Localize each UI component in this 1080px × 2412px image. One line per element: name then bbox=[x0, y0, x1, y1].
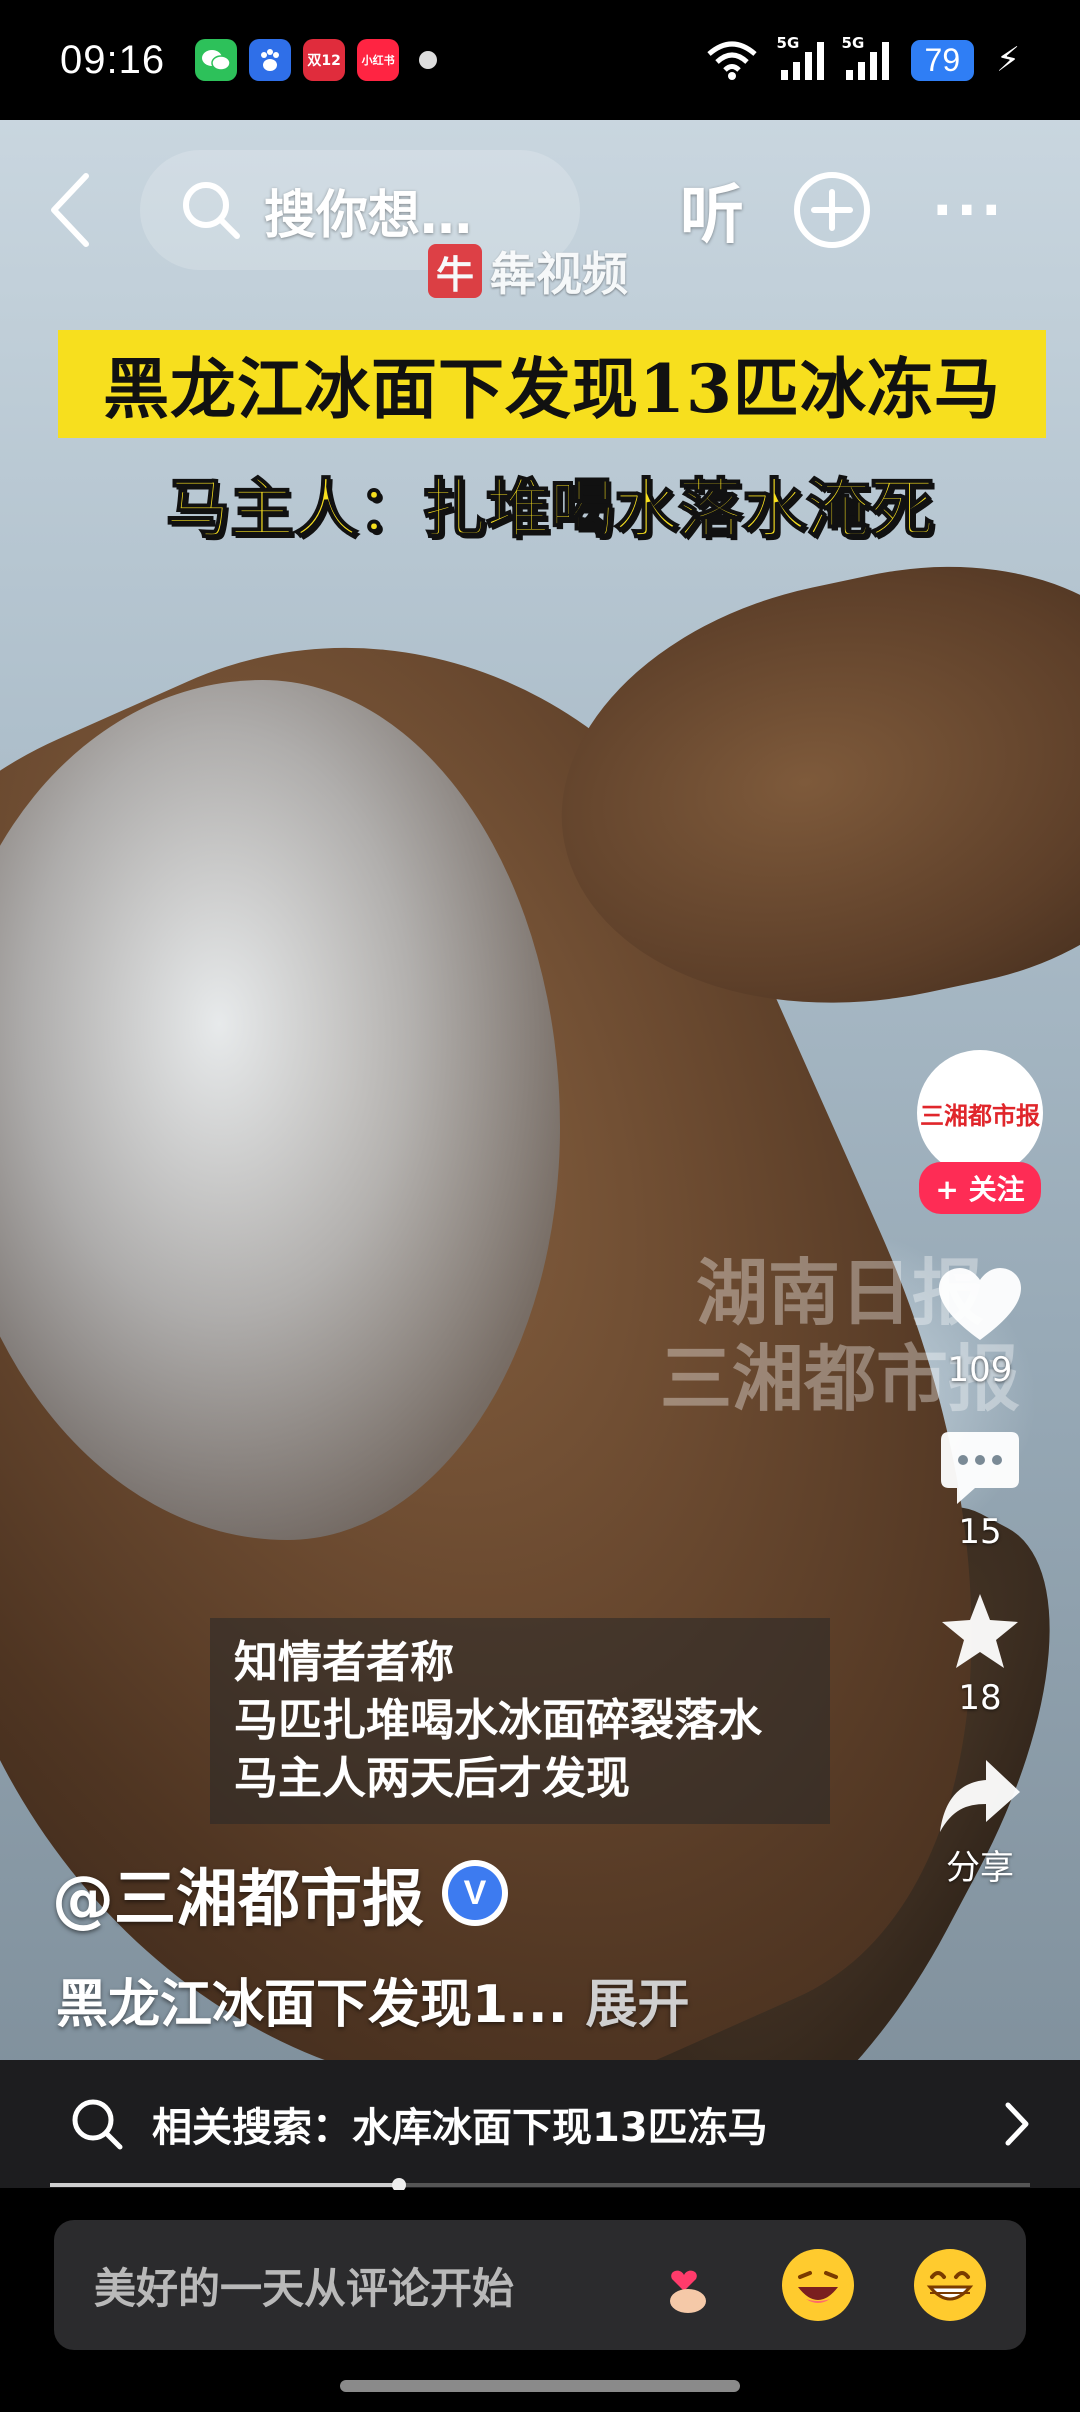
video-source-watermark: 牛 犇视频 bbox=[428, 238, 628, 304]
video-subheadline: 马主人：扎堆喝水落水淹死 bbox=[165, 471, 935, 548]
verified-badge-icon: V bbox=[442, 1860, 509, 1926]
charging-bolt-icon: ⚡ bbox=[996, 40, 1020, 80]
search-icon bbox=[72, 2099, 123, 2150]
add-button[interactable] bbox=[792, 170, 872, 250]
search-icon bbox=[183, 182, 240, 239]
search-placeholder: 搜你想… bbox=[264, 185, 473, 246]
comment-placeholder: 美好的一天从评论开始 bbox=[94, 2263, 515, 2313]
like-button[interactable]: 109 bbox=[937, 1266, 1023, 1390]
wifi-icon bbox=[706, 41, 757, 80]
listen-button[interactable]: 听 bbox=[680, 164, 744, 256]
finger-heart-emoji-icon[interactable] bbox=[650, 2249, 722, 2321]
video-caption: 知情者者称 马匹扎堆喝水冰面碎裂落水 马主人两天后才发现 bbox=[210, 1618, 830, 1824]
video-description[interactable]: 黑龙江冰面下发现1... 展开 bbox=[56, 1962, 689, 2037]
status-notification-icons: 双12 小红书 bbox=[195, 39, 438, 81]
comment-icon bbox=[941, 1432, 1019, 1504]
plus-circle-icon bbox=[794, 172, 870, 248]
source-logo-icon: 牛 bbox=[428, 244, 482, 298]
chevron-left-icon bbox=[51, 173, 89, 247]
video-progress-bar[interactable] bbox=[50, 2178, 1030, 2192]
avatar[interactable]: 三湘都市报 bbox=[917, 1050, 1043, 1176]
progress-fill bbox=[50, 2183, 399, 2187]
follow-button[interactable]: + 关注 bbox=[919, 1162, 1041, 1214]
back-button[interactable] bbox=[30, 170, 110, 250]
favorite-button[interactable]: 18 bbox=[938, 1592, 1022, 1718]
grinning-emoji-icon[interactable] bbox=[914, 2249, 986, 2321]
chevron-right-icon bbox=[1005, 2102, 1029, 2146]
comment-input[interactable]: 美好的一天从评论开始 bbox=[54, 2220, 1026, 2350]
heart-icon bbox=[939, 1268, 1021, 1340]
expand-button[interactable]: 展开 bbox=[585, 1975, 689, 2035]
more-button[interactable]: ··· bbox=[932, 179, 1006, 242]
favorite-count: 18 bbox=[958, 1678, 1002, 1718]
wechat-icon bbox=[195, 39, 238, 81]
share-button[interactable]: 分享 bbox=[938, 1758, 1022, 1889]
author-info[interactable]: @三湘都市报 V bbox=[52, 1848, 509, 1938]
gift-app-icon: 双12 bbox=[303, 39, 346, 81]
video-headline: 黑龙江冰面下发现13匹冰冻马 bbox=[58, 330, 1046, 438]
comment-count: 15 bbox=[958, 1512, 1002, 1552]
home-indicator[interactable] bbox=[340, 2380, 740, 2392]
laughing-emoji-icon[interactable] bbox=[782, 2249, 854, 2321]
baidu-icon bbox=[249, 39, 292, 81]
related-search-bar[interactable]: 相关搜索：水库冰面下现13匹冻马 bbox=[0, 2060, 1080, 2188]
comment-button[interactable]: 15 bbox=[939, 1430, 1021, 1552]
bottom-bar: 美好的一天从评论开始 bbox=[0, 2190, 1080, 2412]
author-name[interactable]: @三湘都市报 bbox=[52, 1848, 424, 1938]
share-label: 分享 bbox=[946, 1848, 1014, 1888]
xiaohongshu-icon: 小红书 bbox=[357, 39, 400, 81]
notification-dot-icon bbox=[419, 51, 438, 69]
status-time: 09:16 bbox=[60, 37, 166, 82]
action-column: 三湘都市报 + 关注 109 15 18 分享 bbox=[910, 1050, 1050, 1889]
share-arrow-icon bbox=[940, 1760, 1020, 1832]
signal-icon: 5G bbox=[777, 34, 824, 80]
related-search-label: 相关搜索：水库冰面下现13匹冻马 bbox=[152, 2105, 768, 2151]
status-bar: 09:16 双12 小红书 5G 5G 79 ⚡ bbox=[0, 0, 1080, 120]
star-icon bbox=[942, 1594, 1018, 1668]
like-count: 109 bbox=[947, 1350, 1013, 1390]
battery-indicator: 79 bbox=[910, 39, 975, 81]
signal-icon-2: 5G bbox=[842, 34, 889, 80]
